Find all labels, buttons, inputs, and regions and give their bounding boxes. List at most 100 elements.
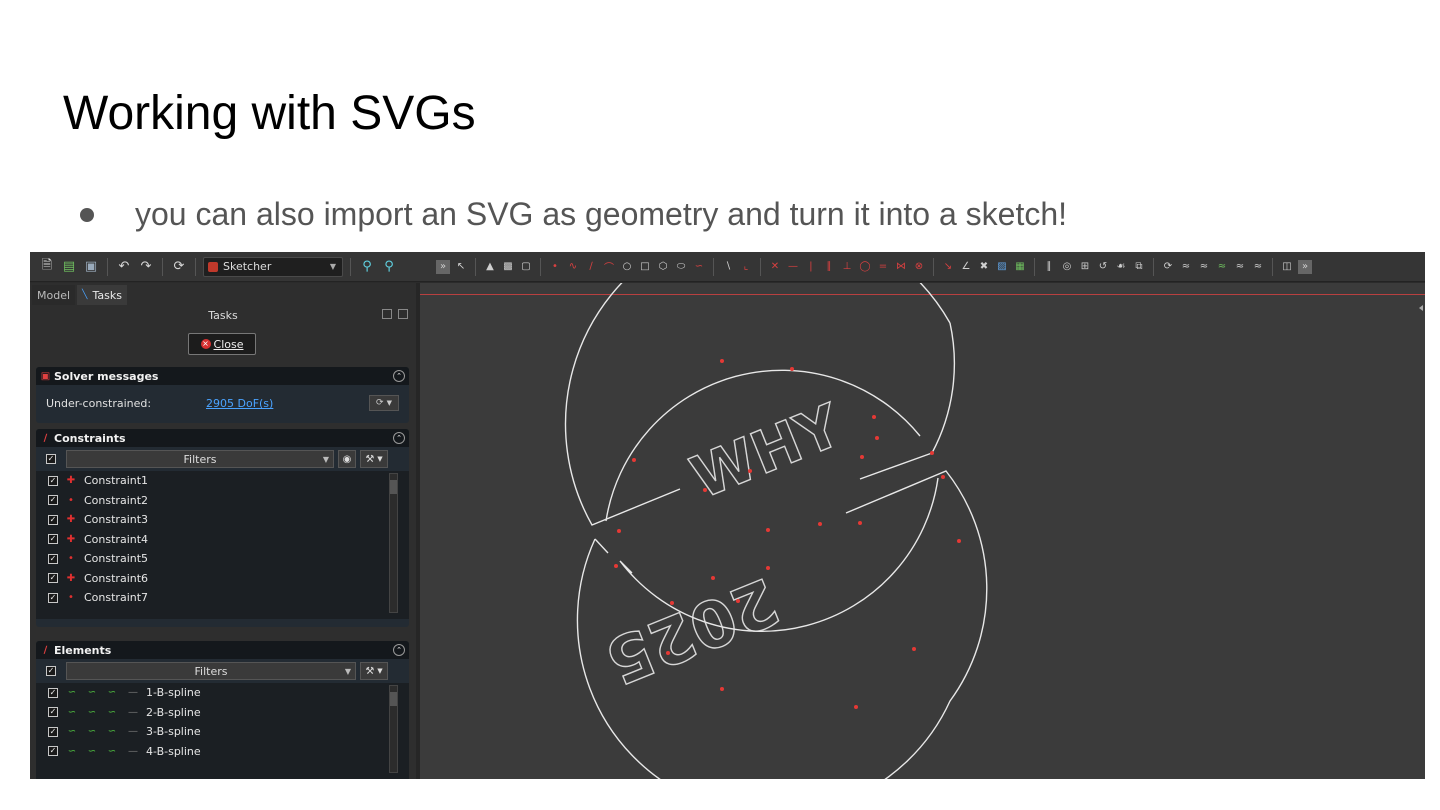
sketch-point[interactable] bbox=[666, 651, 670, 655]
circle-tool-icon[interactable]: ○ bbox=[620, 260, 634, 274]
elements-select-all-checkbox[interactable]: ✓ bbox=[46, 666, 56, 676]
start-point-icon[interactable]: ∽ bbox=[84, 686, 100, 700]
close-button[interactable]: × Close bbox=[188, 333, 256, 355]
constrain-horizontal-icon[interactable]: — bbox=[786, 260, 800, 274]
edge-icon[interactable]: ∽ bbox=[64, 744, 80, 758]
constraints-filter-select[interactable]: Filters ▼ bbox=[66, 450, 334, 468]
sketch-point[interactable] bbox=[670, 601, 674, 605]
view-sketch-icon[interactable]: ▩ bbox=[501, 260, 515, 274]
scrollbar-thumb[interactable] bbox=[390, 480, 397, 494]
list-item-checkbox[interactable]: ✓ bbox=[48, 573, 58, 584]
list-item[interactable]: ✓ ✚ Constraint1 bbox=[36, 471, 409, 491]
bspline-degree-icon[interactable]: ⟳ bbox=[1161, 260, 1175, 274]
sketch-point[interactable] bbox=[860, 455, 864, 459]
collapse-icon[interactable]: ⌃ bbox=[393, 370, 405, 382]
constrain-radius-icon[interactable]: ✖ bbox=[977, 260, 991, 274]
list-item[interactable]: ✓ • Constraint2 bbox=[36, 491, 409, 511]
sketch-point[interactable] bbox=[736, 599, 740, 603]
bspline-tool-icon[interactable]: ∽ bbox=[692, 260, 706, 274]
list-item-checkbox[interactable]: ✓ bbox=[48, 495, 58, 506]
start-point-icon[interactable]: ∽ bbox=[84, 744, 100, 758]
toolbar-expand-right-icon[interactable]: » bbox=[1298, 259, 1312, 274]
constrain-coincident-icon[interactable]: ✕ bbox=[768, 260, 782, 274]
symmetry-icon[interactable]: ☙ bbox=[1114, 260, 1128, 274]
sketch-point[interactable] bbox=[766, 566, 770, 570]
list-item[interactable]: ✓ ∽ ∽ ∽ — 2-B-spline bbox=[36, 703, 409, 723]
end-point-icon[interactable]: ∽ bbox=[104, 725, 120, 739]
elements-header[interactable]: ∕ Elements ⌃ bbox=[36, 641, 409, 659]
panel-float-icon[interactable] bbox=[398, 309, 408, 319]
visibility-eye-button[interactable]: ◉ bbox=[338, 450, 356, 468]
bspline-insert-knot-icon[interactable]: ≈ bbox=[1233, 260, 1247, 274]
elements-scrollbar[interactable] bbox=[389, 685, 398, 773]
dof-link[interactable]: 2905 DoF(s) bbox=[206, 397, 273, 410]
sketch-text-top[interactable]: WHY bbox=[681, 390, 852, 513]
list-item[interactable]: ✓ • Constraint5 bbox=[36, 549, 409, 569]
list-item-checkbox[interactable]: ✓ bbox=[48, 746, 58, 757]
list-item[interactable]: ✓ ∽ ∽ ∽ — 4-B-spline bbox=[36, 742, 409, 762]
restore-icon[interactable]: ↺ bbox=[1096, 260, 1110, 274]
sketch-point[interactable] bbox=[617, 529, 621, 533]
constrain-vertical-icon[interactable]: ❘ bbox=[804, 260, 818, 274]
sketch-point[interactable] bbox=[818, 522, 822, 526]
edge-icon[interactable]: ∽ bbox=[64, 686, 80, 700]
sketch-point[interactable] bbox=[748, 469, 752, 473]
list-item-checkbox[interactable]: ✓ bbox=[48, 475, 58, 486]
sketch-point[interactable] bbox=[614, 564, 618, 568]
toggle-driving-icon[interactable]: ▨ bbox=[995, 260, 1009, 274]
solver-messages-header[interactable]: ▣ Solver messages ⌃ bbox=[36, 367, 409, 385]
elements-filter-select[interactable]: Filters ▼ bbox=[66, 662, 356, 680]
toggle-active-icon[interactable]: ▦ bbox=[1013, 260, 1027, 274]
list-item-checkbox[interactable]: ✓ bbox=[48, 726, 58, 737]
list-item-checkbox[interactable]: ✓ bbox=[48, 687, 58, 698]
sketch-point[interactable] bbox=[790, 367, 794, 371]
end-point-icon[interactable]: ∽ bbox=[104, 686, 120, 700]
sketch-point[interactable] bbox=[703, 488, 707, 492]
collapse-icon[interactable]: ⌃ bbox=[393, 432, 405, 444]
select-elements-icon[interactable]: ⊞ bbox=[1078, 260, 1092, 274]
sketch-text-bottom[interactable]: 2025 bbox=[595, 562, 789, 699]
polygon-tool-icon[interactable]: ⬡ bbox=[656, 260, 670, 274]
new-file-icon[interactable]: 🗎 bbox=[38, 258, 56, 276]
leave-sketch-icon[interactable]: ▲ bbox=[483, 260, 497, 274]
workbench-selector[interactable]: Sketcher ▼ bbox=[203, 256, 343, 277]
list-item[interactable]: ✓ ∽ ∽ ∽ — 1-B-spline bbox=[36, 683, 409, 703]
constrain-angle-icon[interactable]: ∠ bbox=[959, 260, 973, 274]
list-item-checkbox[interactable]: ✓ bbox=[48, 592, 58, 603]
settings-tools-button[interactable]: ⚒ ▼ bbox=[360, 450, 388, 468]
sketch-point[interactable] bbox=[720, 687, 724, 691]
select-cursor-icon[interactable]: ↖ bbox=[454, 260, 468, 274]
undo-icon[interactable]: ↶ bbox=[115, 258, 133, 276]
sketch-point[interactable] bbox=[858, 521, 862, 525]
constrain-perpendicular-icon[interactable]: ⊥ bbox=[840, 260, 854, 274]
list-item-checkbox[interactable]: ✓ bbox=[48, 534, 58, 545]
polyline-tool-icon[interactable]: ∿ bbox=[566, 260, 580, 274]
sketch-point[interactable] bbox=[930, 451, 934, 455]
bspline-join-icon[interactable]: ≈ bbox=[1251, 260, 1265, 274]
rectangle-tool-icon[interactable]: □ bbox=[638, 260, 652, 274]
sketch-point[interactable] bbox=[766, 528, 770, 532]
settings-tools-button[interactable]: ⚒ ▼ bbox=[360, 662, 388, 680]
list-item-checkbox[interactable]: ✓ bbox=[48, 553, 58, 564]
end-point-icon[interactable]: ∽ bbox=[104, 705, 120, 719]
zoom-fit-icon[interactable]: ⚲ bbox=[358, 258, 376, 276]
construction-toggle-icon[interactable]: ∖ bbox=[721, 260, 735, 274]
constrain-parallel-icon[interactable]: ∥ bbox=[822, 260, 836, 274]
constraints-scrollbar[interactable] bbox=[389, 473, 398, 613]
graph-icon[interactable]: ∥ bbox=[1042, 260, 1056, 274]
sketch-geometry[interactable]: WHY 2025 bbox=[420, 283, 1425, 779]
edge-icon[interactable]: ∽ bbox=[64, 705, 80, 719]
list-item[interactable]: ✓ • Constraint7 bbox=[36, 588, 409, 608]
list-item[interactable]: ✓ ✚ Constraint4 bbox=[36, 530, 409, 550]
list-item-checkbox[interactable]: ✓ bbox=[48, 514, 58, 525]
list-item[interactable]: ✓ ✚ Constraint3 bbox=[36, 510, 409, 530]
upper-right-arc[interactable] bbox=[931, 322, 956, 454]
band-top-segment[interactable] bbox=[859, 452, 933, 480]
select-conflicting-icon[interactable]: ◎ bbox=[1060, 260, 1074, 274]
sketch-point[interactable] bbox=[632, 458, 636, 462]
start-point-icon[interactable]: ∽ bbox=[84, 725, 100, 739]
constrain-symmetric-icon[interactable]: ⋈ bbox=[894, 260, 908, 274]
save-icon[interactable]: ▣ bbox=[82, 258, 100, 276]
constraints-select-all-checkbox[interactable]: ✓ bbox=[46, 454, 56, 464]
list-item[interactable]: ✓ ✚ Constraint6 bbox=[36, 569, 409, 589]
